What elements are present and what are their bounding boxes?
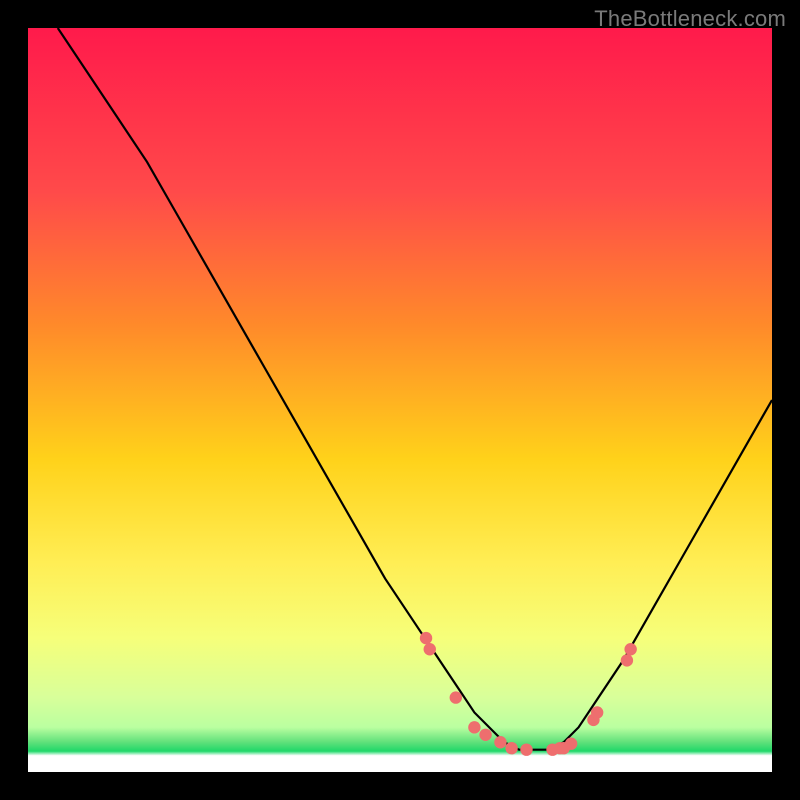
highlight-dot [468, 721, 480, 733]
highlight-dot [591, 706, 603, 718]
highlight-dot [520, 743, 532, 755]
highlight-dot [505, 742, 517, 754]
watermark-text: TheBottleneck.com [594, 6, 786, 32]
highlight-dot [621, 654, 633, 666]
highlight-dot [624, 643, 636, 655]
plot-area [28, 28, 772, 772]
highlight-dot [494, 736, 506, 748]
plot-svg [28, 28, 772, 772]
highlight-dot [479, 729, 491, 741]
chart-frame: TheBottleneck.com [0, 0, 800, 800]
highlight-dot [565, 738, 577, 750]
highlight-dot [450, 691, 462, 703]
highlight-dot [420, 632, 432, 644]
highlight-dot [424, 643, 436, 655]
gradient-background [28, 28, 772, 772]
